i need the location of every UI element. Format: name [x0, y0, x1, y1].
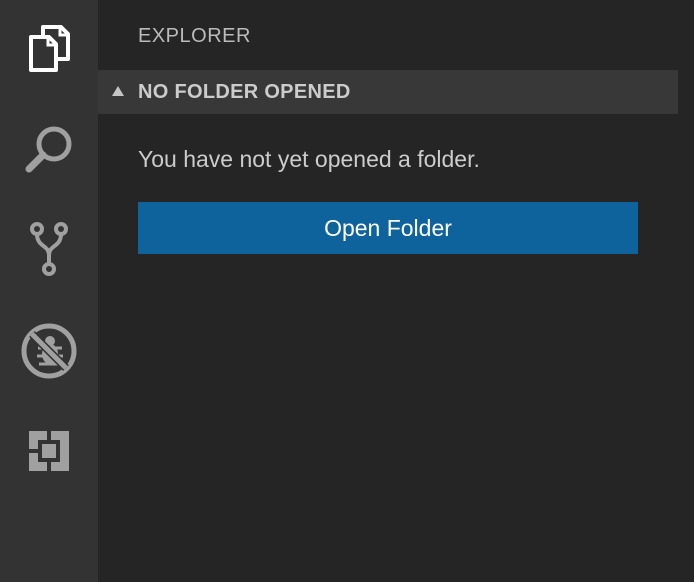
- activity-source-control[interactable]: [0, 200, 98, 298]
- app-window: EXPLORER NO FOLDER OPENED You have not y…: [0, 0, 694, 582]
- chevron-down-icon: [112, 86, 124, 96]
- section-header-no-folder[interactable]: NO FOLDER OPENED: [98, 70, 678, 114]
- explorer-sidebar: EXPLORER NO FOLDER OPENED You have not y…: [98, 0, 694, 582]
- sidebar-title: EXPLORER: [138, 25, 251, 47]
- files-icon: [29, 25, 70, 72]
- activity-debug[interactable]: [0, 302, 98, 400]
- source-control-icon: [30, 222, 68, 276]
- section-title: NO FOLDER OPENED: [138, 81, 351, 103]
- open-folder-button[interactable]: Open Folder: [138, 202, 638, 254]
- extensions-icon: [29, 431, 69, 471]
- activity-search[interactable]: [0, 100, 98, 198]
- activity-extensions[interactable]: [0, 402, 98, 500]
- search-icon: [25, 126, 72, 173]
- empty-folder-message: You have not yet opened a folder.: [138, 146, 480, 172]
- activity-bar: [0, 0, 98, 582]
- debug-icon: [21, 323, 77, 379]
- activity-explorer[interactable]: [0, 0, 98, 98]
